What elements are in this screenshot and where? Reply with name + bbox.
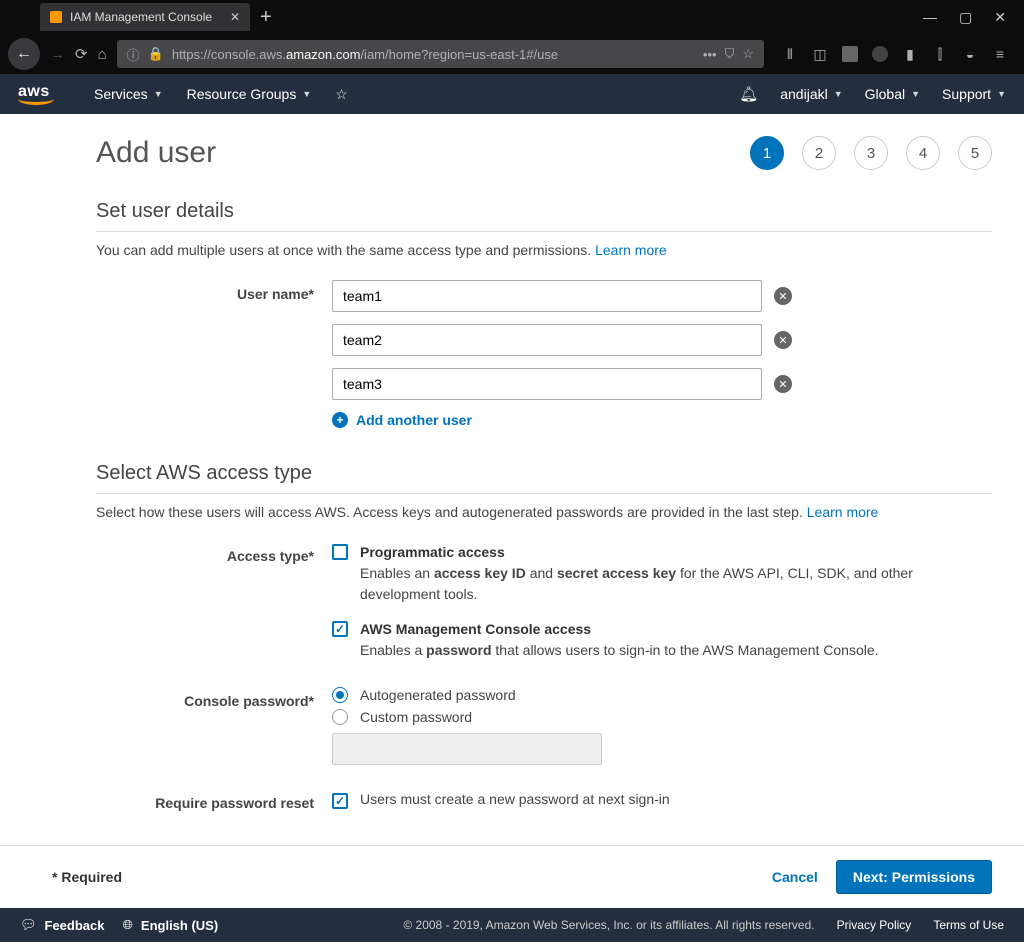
browser-tab[interactable]: IAM Management Console ✕: [40, 3, 250, 31]
programmatic-access-desc: Enables an access key ID and secret acce…: [360, 563, 992, 605]
plus-circle-icon: +: [332, 412, 348, 428]
custom-password-label: Custom password: [360, 709, 472, 725]
autogen-password-radio[interactable]: [332, 687, 348, 703]
speech-bubble-icon: 💬︎: [20, 917, 37, 933]
username-input-2[interactable]: [332, 324, 762, 356]
section-user-details-heading: Set user details: [96, 200, 992, 223]
remove-user-icon[interactable]: ✕: [774, 331, 792, 349]
custom-password-input: [332, 733, 602, 765]
section-access-desc: Select how these users will access AWS. …: [96, 504, 992, 520]
section-user-details-desc: You can add multiple users at once with …: [96, 242, 992, 258]
username-label: User name*: [96, 280, 332, 302]
url-post: /iam/home?region=us-east-1#/use: [360, 47, 558, 62]
add-another-user-link[interactable]: + Add another user: [332, 412, 992, 428]
pin-icon[interactable]: ☆: [335, 86, 348, 103]
chevron-down-icon: ▼: [911, 89, 920, 99]
reader-icon[interactable]: ⛉: [725, 46, 735, 62]
required-note: * * RequiredRequired: [52, 869, 122, 885]
step-5: 5: [958, 136, 992, 170]
nav-services[interactable]: Services▼: [94, 86, 163, 102]
forward-button[interactable]: →: [50, 46, 65, 63]
extension-icon-2[interactable]: [872, 46, 888, 62]
require-reset-text: Users must create a new password at next…: [360, 789, 670, 810]
terms-link[interactable]: Terms of Use: [933, 918, 1004, 932]
globe-icon: 🌐︎: [123, 917, 133, 933]
reload-button[interactable]: ⟳: [75, 45, 88, 63]
url-bar[interactable]: ⓘ 🔒 https://console.aws.amazon.com/iam/h…: [117, 40, 764, 68]
chevron-down-icon: ▼: [154, 89, 163, 99]
divider: [96, 493, 992, 494]
bell-icon[interactable]: 🔔︎: [739, 85, 758, 103]
tab-title: IAM Management Console: [70, 10, 212, 24]
remove-user-icon[interactable]: ✕: [774, 287, 792, 305]
learn-more-link[interactable]: Learn more: [595, 242, 667, 258]
nav-resource-groups[interactable]: Resource Groups▼: [187, 86, 312, 102]
language-selector[interactable]: 🌐︎English (US): [123, 917, 219, 933]
section-access-heading: Select AWS access type: [96, 462, 992, 485]
divider: [96, 231, 992, 232]
nav-support[interactable]: Support▼: [942, 86, 1006, 102]
window-minimize-icon[interactable]: —: [923, 10, 937, 24]
step-4: 4: [906, 136, 940, 170]
step-1[interactable]: 1: [750, 136, 784, 170]
window-close-icon[interactable]: ✕: [994, 10, 1006, 24]
console-access-checkbox[interactable]: [332, 621, 348, 637]
console-access-title: AWS Management Console access: [360, 619, 879, 640]
chevron-down-icon: ▼: [302, 89, 311, 99]
step-2: 2: [802, 136, 836, 170]
sidebar-icon[interactable]: ◫: [812, 46, 828, 62]
username-input-1[interactable]: [332, 280, 762, 312]
require-reset-label: Require password reset: [96, 789, 332, 811]
remove-user-icon[interactable]: ✕: [774, 375, 792, 393]
new-tab-button[interactable]: +: [260, 7, 272, 27]
window-maximize-icon[interactable]: ▢: [959, 10, 972, 24]
require-reset-checkbox[interactable]: [332, 793, 348, 809]
console-access-desc: Enables a password that allows users to …: [360, 640, 879, 661]
close-tab-icon[interactable]: ✕: [230, 10, 240, 24]
feedback-link[interactable]: 💬︎Feedback: [20, 917, 105, 933]
url-domain: amazon.com: [286, 47, 360, 62]
wizard-steps: 1 2 3 4 5: [750, 136, 992, 170]
nav-user[interactable]: andijakl▼: [780, 86, 842, 102]
aws-top-nav: aws Services▼ Resource Groups▼ ☆ 🔔︎ andi…: [0, 74, 1024, 114]
library-icon[interactable]: ⫴: [782, 46, 798, 62]
privacy-link[interactable]: Privacy Policy: [837, 918, 912, 932]
extension-icon-1[interactable]: [842, 46, 858, 62]
more-url-icon[interactable]: •••: [703, 47, 717, 62]
next-permissions-button[interactable]: Next: Permissions: [836, 860, 992, 894]
extension-icon-3[interactable]: ▮: [902, 46, 918, 62]
programmatic-access-title: Programmatic access: [360, 542, 992, 563]
extension-icon-4[interactable]: ⫿: [932, 46, 948, 62]
account-icon[interactable]: ◒: [962, 46, 978, 62]
console-password-label: Console password*: [96, 687, 332, 709]
bookmark-star-icon[interactable]: ☆: [742, 46, 754, 62]
back-button[interactable]: ←: [8, 38, 40, 70]
access-type-label: Access type*: [96, 542, 332, 564]
menu-icon[interactable]: ≡: [992, 46, 1008, 62]
site-info-icon[interactable]: ⓘ: [127, 45, 140, 64]
favicon: [50, 11, 62, 23]
home-button[interactable]: ⌂: [98, 46, 107, 63]
aws-logo[interactable]: aws: [18, 83, 54, 105]
custom-password-radio[interactable]: [332, 709, 348, 725]
username-input-3[interactable]: [332, 368, 762, 400]
lock-icon: 🔒: [148, 46, 164, 62]
learn-more-link[interactable]: Learn more: [807, 504, 879, 520]
page-title: Add user: [96, 136, 216, 170]
chevron-down-icon: ▼: [834, 89, 843, 99]
nav-region[interactable]: Global▼: [865, 86, 920, 102]
programmatic-access-checkbox[interactable]: [332, 544, 348, 560]
url-pre: https://console.aws.: [172, 47, 286, 62]
chevron-down-icon: ▼: [997, 89, 1006, 99]
autogen-password-label: Autogenerated password: [360, 687, 516, 703]
step-3: 3: [854, 136, 888, 170]
copyright-text: © 2008 - 2019, Amazon Web Services, Inc.…: [403, 918, 814, 932]
cancel-button[interactable]: Cancel: [772, 869, 818, 885]
